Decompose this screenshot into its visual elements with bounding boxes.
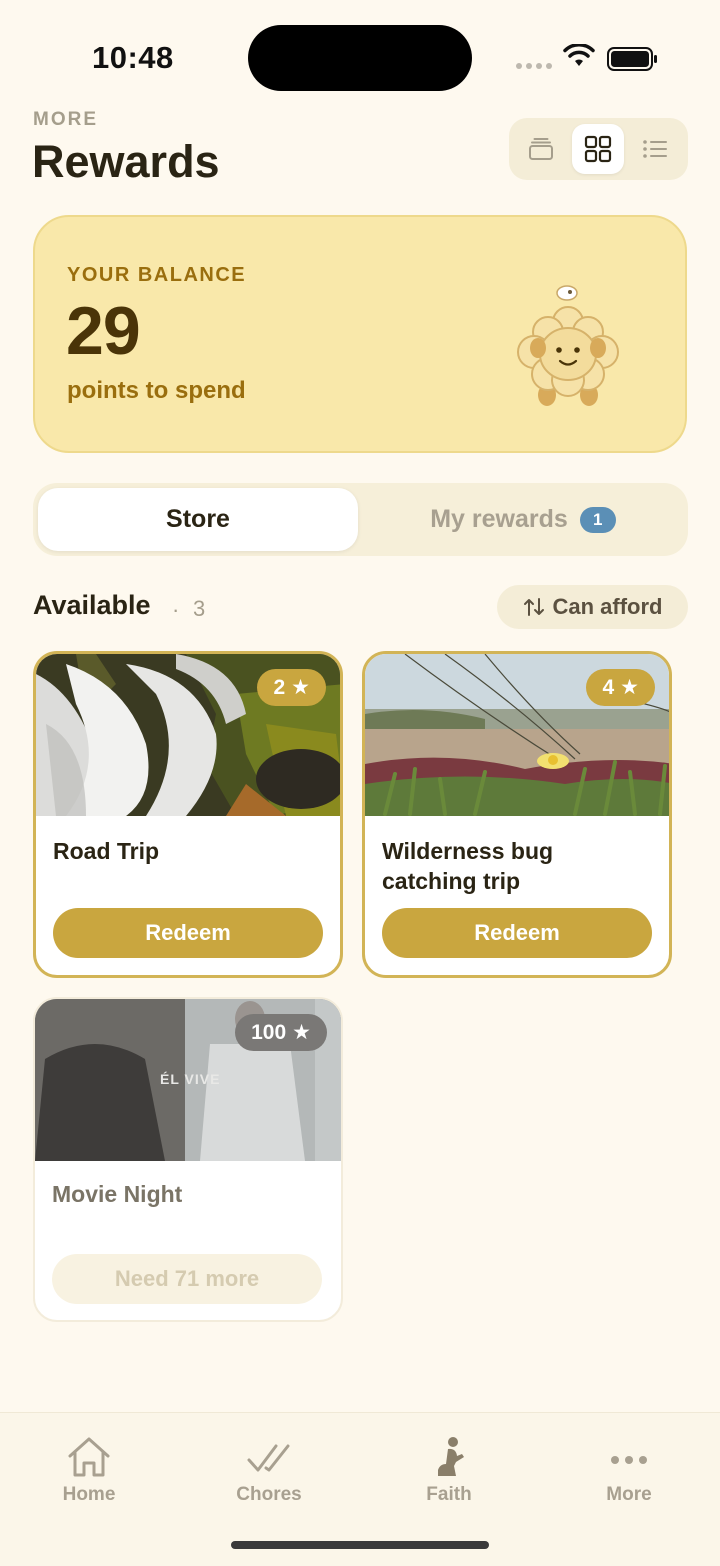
tab-more-label: More	[606, 1484, 652, 1505]
reward-image-movie-poster: ÉL VIVE 100 ★	[35, 999, 341, 1161]
star-icon: ★	[620, 676, 639, 699]
checkmarks-icon	[247, 1444, 290, 1472]
page-title: Rewards	[32, 136, 220, 187]
balance-label: YOUR BALANCE	[67, 264, 247, 286]
reward-image-dune-flower: 4 ★	[365, 654, 669, 816]
tab-faith[interactable]: Faith	[389, 1436, 509, 1506]
grid-view-icon	[584, 135, 612, 163]
reward-price-badge: 2 ★	[257, 669, 326, 706]
tab-store[interactable]: Store	[38, 488, 358, 551]
wifi-icon	[563, 44, 595, 66]
tab-chores[interactable]: Chores	[209, 1436, 329, 1506]
grid-view-button[interactable]	[572, 124, 624, 174]
available-heading: Available	[33, 590, 151, 620]
tab-more[interactable]: More	[569, 1436, 689, 1506]
tab-home-label: Home	[62, 1484, 116, 1505]
star-icon: ★	[291, 676, 310, 699]
tab-my-rewards-label: My rewards	[430, 505, 568, 533]
ellipsis-icon	[611, 1456, 647, 1464]
sort-can-afford-button[interactable]: Can afford	[497, 585, 688, 629]
home-indicator[interactable]	[231, 1541, 489, 1549]
section-eyebrow: MORE	[33, 109, 98, 130]
stack-view-button[interactable]	[515, 124, 567, 174]
reward-price: 100	[251, 1020, 287, 1044]
sort-label: Can afford	[552, 594, 663, 619]
redeem-button[interactable]: Redeem	[53, 908, 323, 958]
tab-home[interactable]: Home	[29, 1436, 149, 1506]
status-time: 10:48	[92, 40, 174, 75]
battery-icon	[607, 47, 657, 71]
reward-card-movie-night[interactable]: ÉL VIVE 100 ★ Movie Night Need 71 more	[33, 997, 343, 1322]
need-more-points-button: Need 71 more	[52, 1254, 322, 1304]
reward-image-waterfall: 2 ★	[36, 654, 340, 816]
star-icon: ★	[292, 1021, 311, 1044]
list-view-button[interactable]	[629, 124, 681, 174]
house-icon	[68, 1437, 110, 1477]
sheep-mascot-icon	[517, 285, 619, 406]
reward-name: Road Trip	[53, 838, 160, 864]
reward-price: 2	[273, 675, 286, 699]
store-rewards-segmented-control: Store My rewards 1	[33, 483, 688, 556]
available-count: 3	[193, 596, 206, 621]
list-view-icon	[643, 140, 667, 158]
reward-name: Movie Night	[52, 1181, 183, 1207]
tab-faith-label: Faith	[426, 1484, 472, 1505]
my-rewards-count-badge: 1	[579, 506, 616, 533]
cellular-signal-icon	[516, 63, 552, 69]
stack-view-icon	[529, 138, 553, 160]
redeem-button[interactable]: Redeem	[382, 908, 652, 958]
reward-name: Wilderness bug catching trip	[382, 838, 554, 894]
available-separator: ·	[172, 597, 180, 622]
dynamic-island	[248, 25, 472, 91]
poster-text: ÉL VIVE	[160, 1071, 221, 1087]
balance-value: 29	[66, 293, 141, 369]
view-mode-toggle	[509, 118, 688, 180]
reward-price-badge: 4 ★	[586, 669, 655, 706]
sort-arrows-icon	[523, 598, 544, 616]
kneeling-prayer-icon	[438, 1437, 464, 1476]
balance-subtitle: points to spend	[67, 377, 246, 404]
reward-price-badge: 100 ★	[235, 1014, 327, 1051]
tab-chores-label: Chores	[236, 1484, 302, 1505]
tab-my-rewards[interactable]: My rewards 1	[363, 488, 683, 551]
reward-card-road-trip[interactable]: 2 ★ Road Trip Redeem	[33, 651, 343, 978]
reward-price: 4	[602, 675, 615, 699]
reward-card-wilderness-bug-catching-trip[interactable]: 4 ★ Wilderness bug catching trip Redeem	[362, 651, 672, 978]
